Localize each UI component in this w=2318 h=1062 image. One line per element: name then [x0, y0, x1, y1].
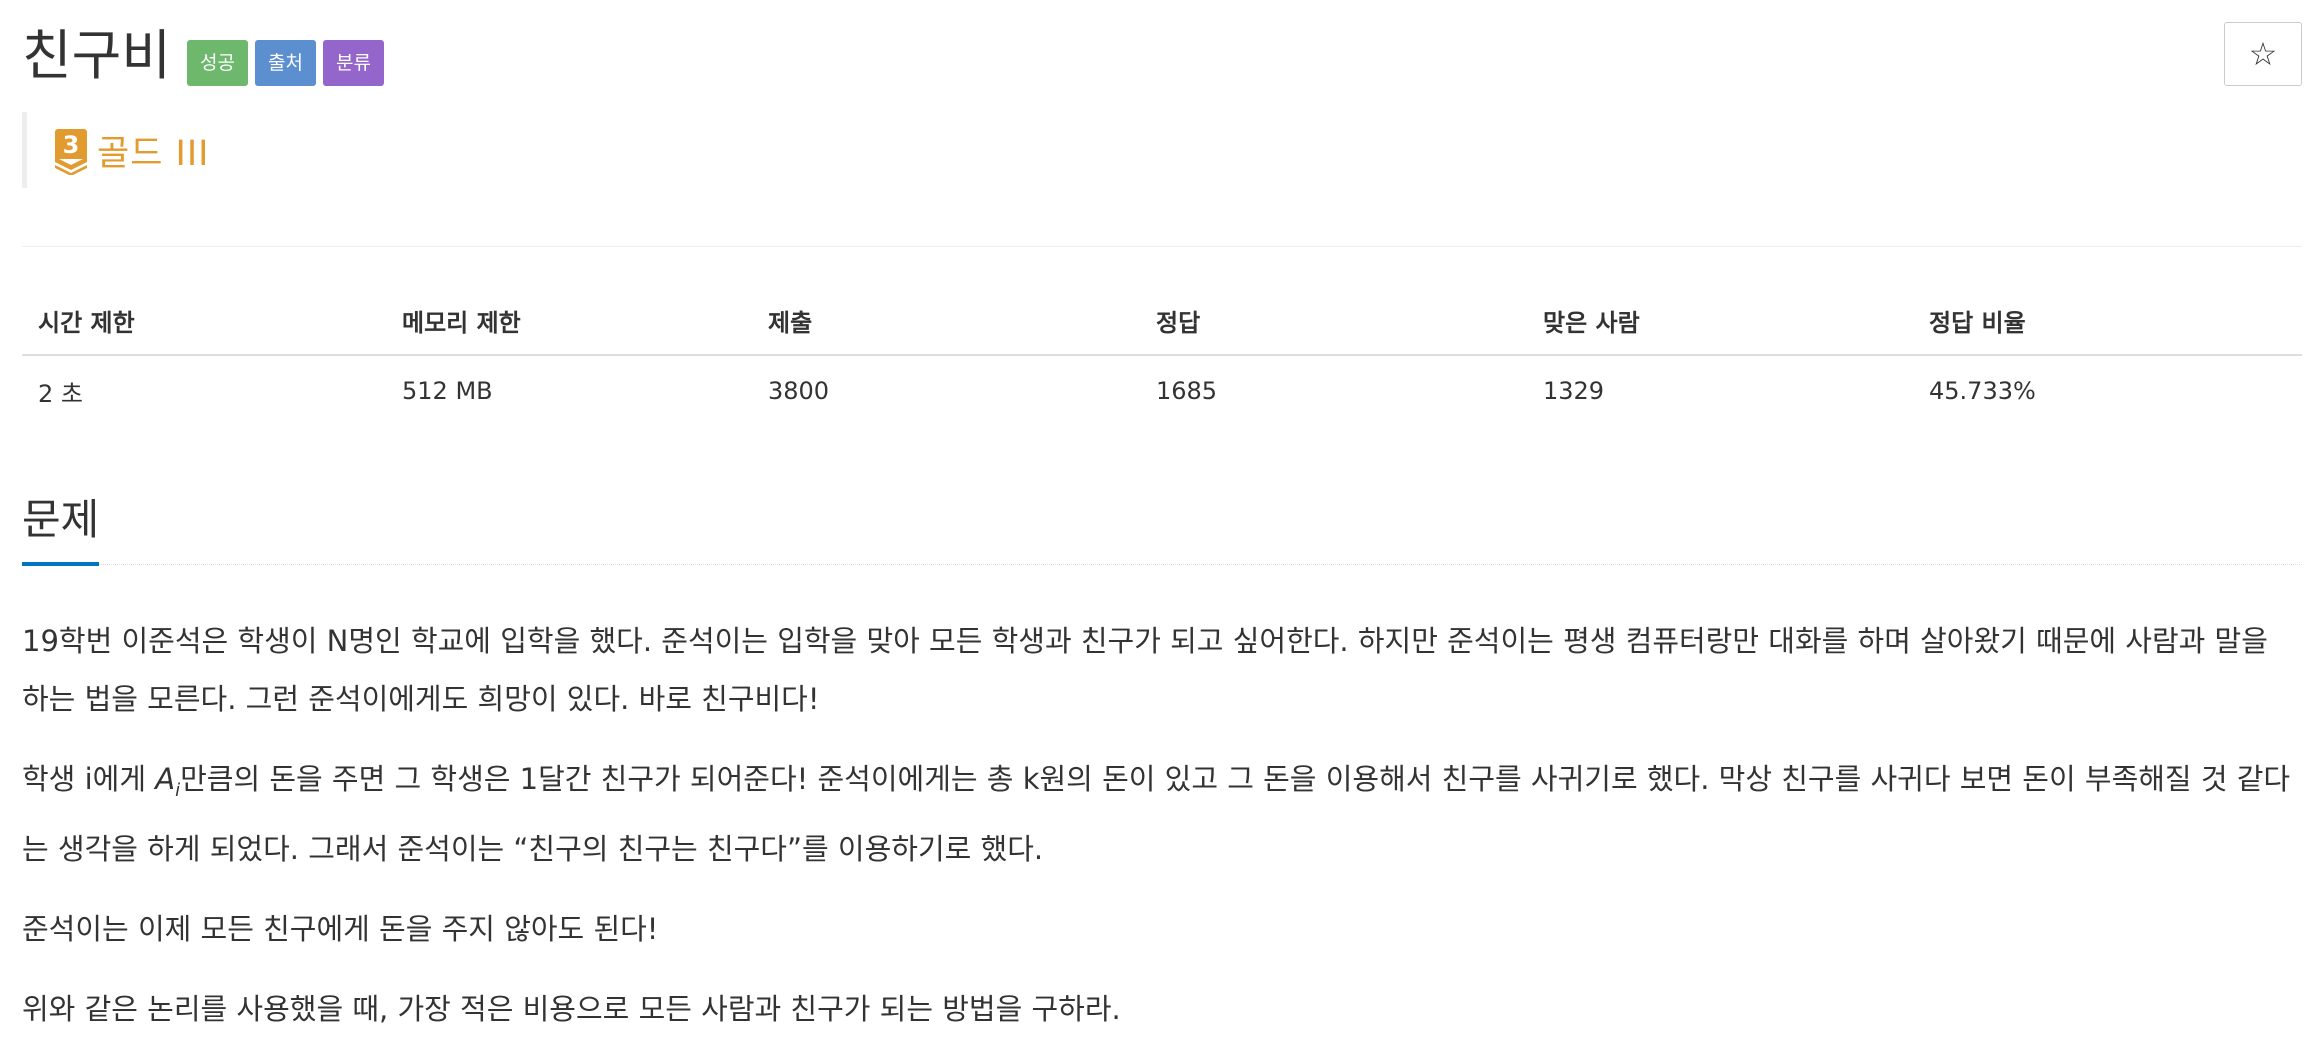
stats-memory-limit: 512 MB	[402, 377, 493, 405]
label-source[interactable]: 출처	[255, 40, 316, 86]
stats-time-limit: 2 초	[38, 379, 83, 408]
stats-header-submissions: 제출	[752, 286, 1140, 356]
stats-header-accept-rate: 정답 비율	[1913, 286, 2302, 356]
problem-paragraph-3: 준석이는 이제 모든 친구에게 돈을 주지 않아도 된다!	[22, 911, 659, 946]
stats-header-memory-limit: 메모리 제한	[386, 286, 752, 356]
gold-tier-icon: 3	[55, 129, 87, 175]
paragraph-2-prefix: 학생 i에게	[22, 762, 156, 796]
tier-label[interactable]: 골드 III	[97, 125, 210, 176]
stats-accept-rate: 45.733%	[1929, 377, 2036, 405]
stats-value-row: 2 초 512 MB 3800 1685 1329 45.733%	[22, 355, 2302, 426]
tier-block: 3 골드 III	[22, 112, 210, 188]
math-variable-a: A	[155, 762, 176, 796]
problem-description: 19학번 이준석은 학생이 N명인 학교에 입학을 했다. 준석이는 입학을 맞…	[22, 612, 2302, 1060]
stats-header-accepted: 정답	[1140, 286, 1527, 356]
stats-accepted: 1685	[1156, 377, 1218, 405]
stats-header-solvers: 맞은 사람	[1527, 286, 1913, 356]
stats-header-row: 시간 제한 메모리 제한 제출 정답 맞은 사람 정답 비율	[22, 286, 2302, 356]
header-divider	[22, 246, 2302, 247]
stats-submissions: 3800	[768, 377, 830, 405]
paragraph-2-suffix: 만큼의 돈을 주면 그 학생은 1달간 친구가 되어준다! 준석이에게는 총 k…	[22, 762, 2291, 866]
title-row: 친구비 성공 출처 분류	[22, 20, 391, 92]
star-icon: ☆	[2248, 35, 2278, 73]
section-title-problem: 문제	[22, 488, 100, 566]
problem-labels: 성공 출처 분류	[187, 40, 391, 86]
problem-section-headline: 문제	[22, 488, 2302, 566]
problem-paragraph-2: 학생 i에게 Ai만큼의 돈을 주면 그 학생은 1달간 친구가 되어준다! 준…	[22, 750, 2302, 878]
page-title: 친구비	[22, 24, 172, 87]
problem-stats-table: 시간 제한 메모리 제한 제출 정답 맞은 사람 정답 비율 2 초 512 M…	[22, 286, 2302, 426]
label-success[interactable]: 성공	[187, 40, 249, 86]
stats-header-time-limit: 시간 제한	[22, 286, 386, 356]
stats-solvers: 1329	[1543, 377, 1605, 405]
tier-number: 3	[63, 131, 80, 159]
favorite-star-button[interactable]: ☆	[2224, 22, 2302, 86]
problem-paragraph-1: 19학번 이준석은 학생이 N명인 학교에 입학을 했다. 준석이는 입학을 맞…	[22, 624, 2268, 716]
label-category[interactable]: 분류	[322, 40, 384, 86]
problem-paragraph-4: 위와 같은 논리를 사용했을 때, 가장 적은 비용으로 모든 사람과 친구가 …	[22, 991, 1121, 1026]
